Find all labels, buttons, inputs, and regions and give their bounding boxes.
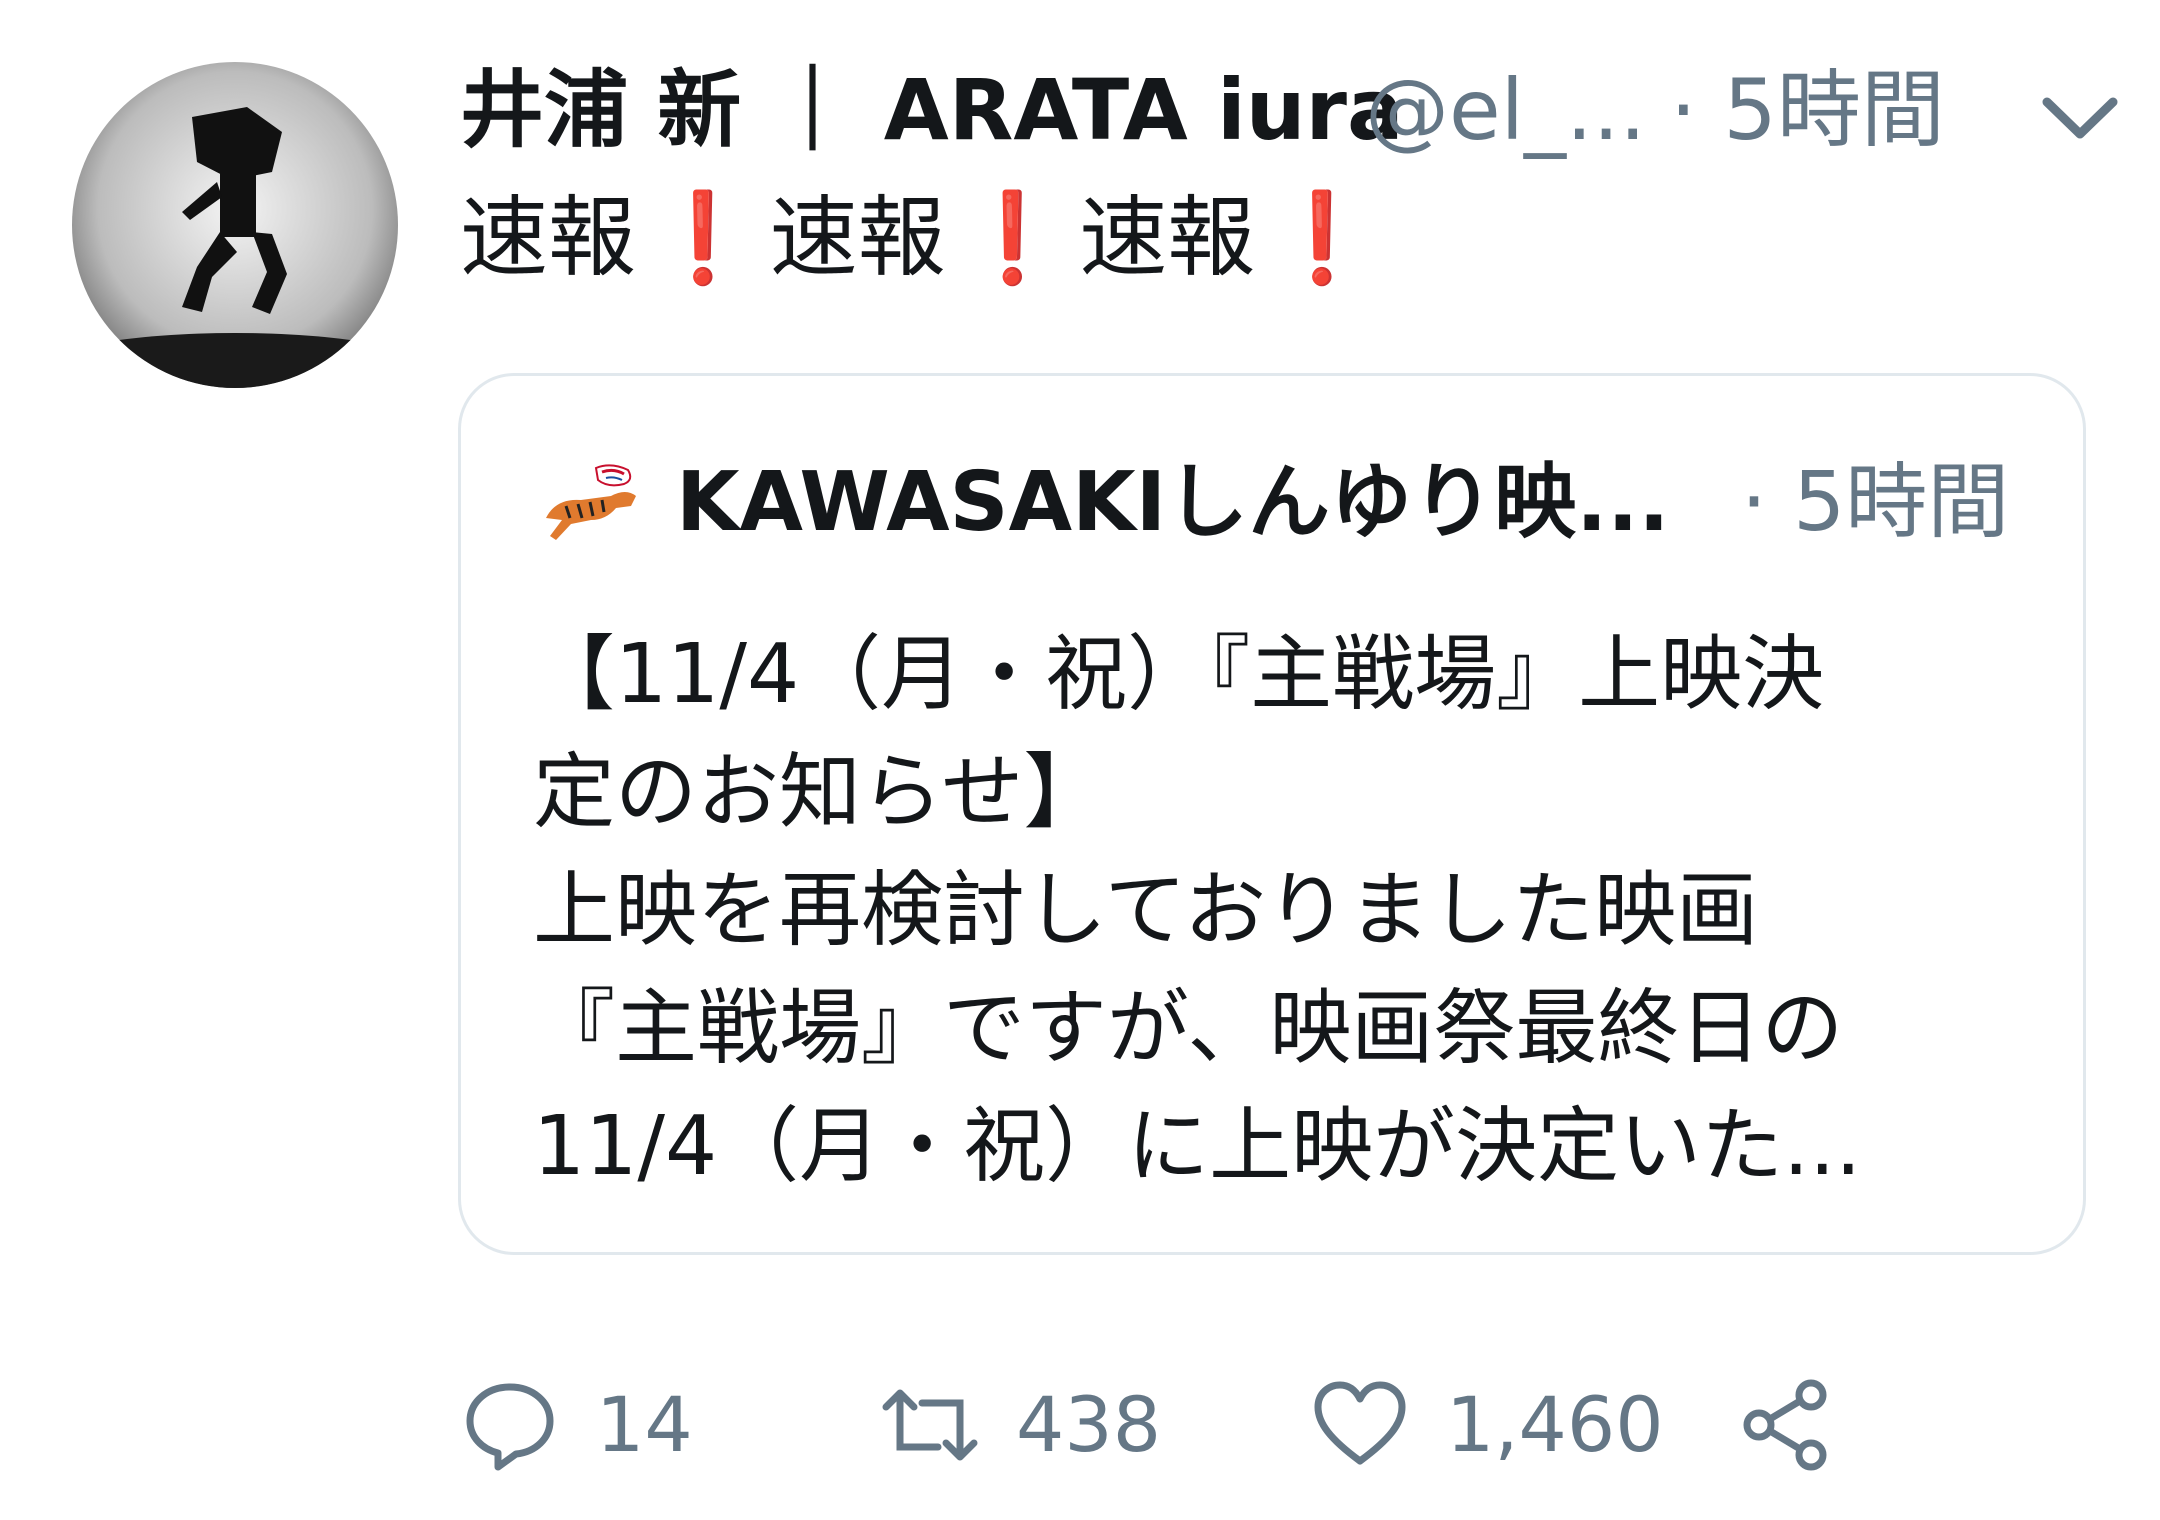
like-icon xyxy=(1314,1381,1406,1465)
quoted-text-line: 【11/4（月・祝）『主戦場』上映決 xyxy=(533,627,1825,722)
avatar-image xyxy=(72,62,398,388)
reply-count: 14 xyxy=(596,1380,693,1469)
quoted-text-line: 11/4（月・祝）に上映が決定いた... xyxy=(533,1099,1862,1194)
quoted-timestamp[interactable]: · 5時間 xyxy=(1741,462,2009,544)
quoted-author-name[interactable]: KAWASAKIしんゆり映... xyxy=(676,462,1670,544)
share-icon xyxy=(1743,1379,1827,1471)
author-name[interactable]: 井浦 新 ｜ ARATA iura xyxy=(460,68,1404,152)
chevron-down-icon[interactable] xyxy=(2025,62,2135,172)
reply-icon xyxy=(466,1383,554,1471)
retweet-button[interactable]: 438 xyxy=(880,1370,1161,1480)
tiger-logo-icon xyxy=(546,464,636,540)
retweet-icon xyxy=(882,1389,978,1461)
tweet-actions: 14 438 1,460 xyxy=(460,1370,2100,1480)
reply-button[interactable]: 14 xyxy=(460,1370,693,1480)
quoted-tweet-card[interactable]: KAWASAKIしんゆり映... · 5時間 【11/4（月・祝）『主戦場』上映… xyxy=(458,373,2086,1255)
like-count: 1,460 xyxy=(1446,1380,1664,1469)
exclamation-emoji: ❗ xyxy=(957,186,1068,289)
exclamation-emoji: ❗ xyxy=(648,186,758,289)
tweet-header: 井浦 新 ｜ ARATA iura @el_... · 5時間 xyxy=(460,50,2118,180)
like-button[interactable]: 1,460 xyxy=(1310,1370,1664,1480)
exclamation-emoji: ❗ xyxy=(1267,186,1377,289)
tweet-text: 速報 ❗ 速報 ❗ 速報 ❗ xyxy=(460,185,1389,291)
share-button[interactable] xyxy=(1735,1370,1835,1480)
tweet-text-segment: 速報 xyxy=(1079,186,1256,289)
quoted-text-line: 定のお知らせ】 xyxy=(533,745,1106,840)
retweet-count: 438 xyxy=(1016,1380,1162,1469)
quoted-text-line: 『主戦場』ですが、映画祭最終日の xyxy=(533,981,1844,1076)
quoted-text-line: 上映を再検討しておりました映画 xyxy=(533,863,1759,958)
author-handle[interactable]: @el_... xyxy=(1365,68,1646,152)
avatar[interactable] xyxy=(72,62,398,388)
tweet-text-segment: 速報 xyxy=(769,186,946,289)
quoted-tweet-text: 【11/4（月・祝）『主戦場』上映決 定のお知らせ】 上映を再検討しておりました… xyxy=(533,616,2033,1206)
tweet-text-segment: 速報 xyxy=(460,186,637,289)
tweet-timestamp[interactable]: · 5時間 xyxy=(1670,68,1945,152)
